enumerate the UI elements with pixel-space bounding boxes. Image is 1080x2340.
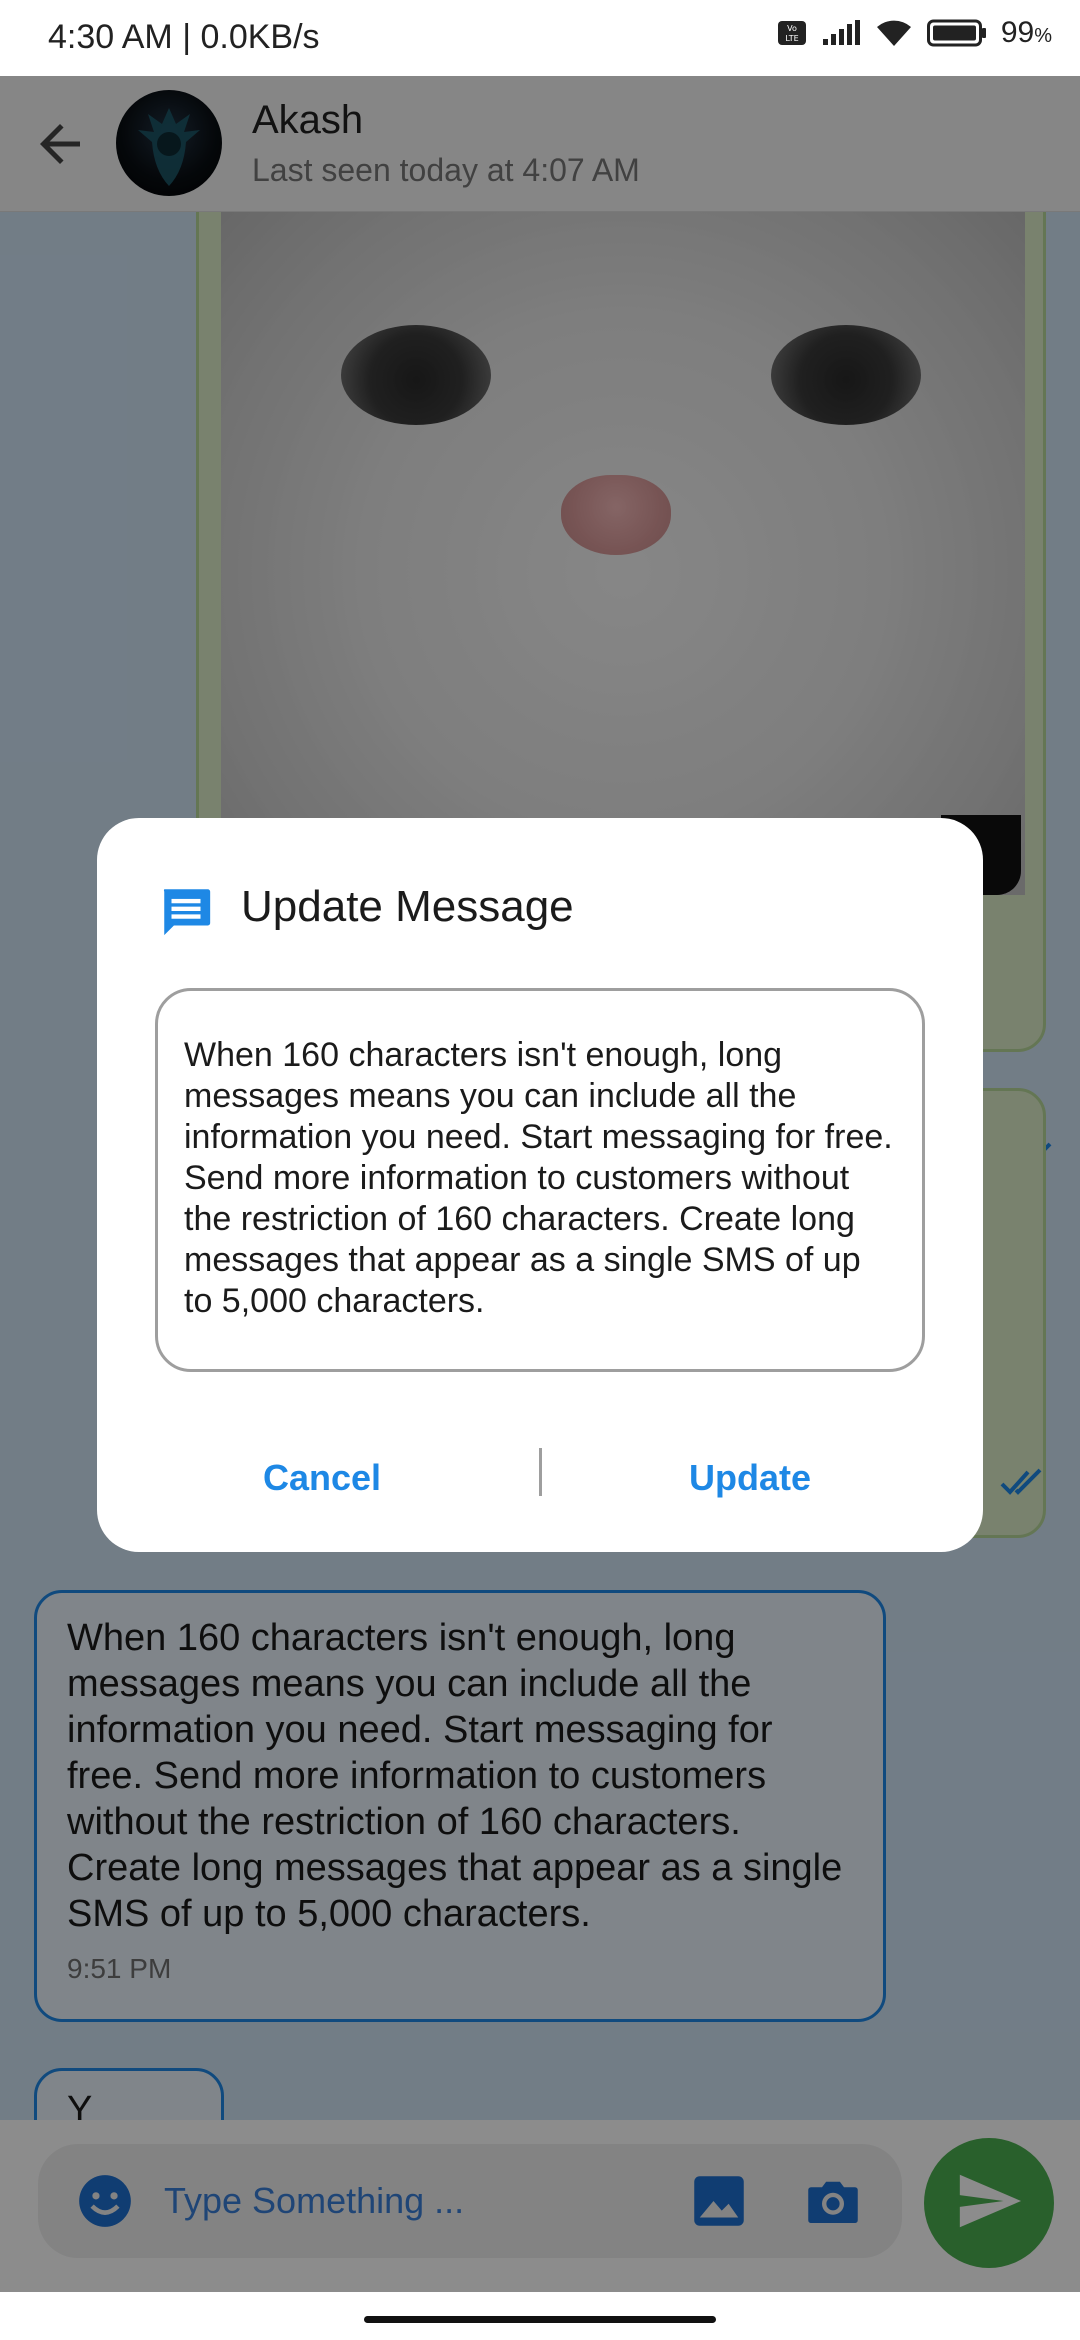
signal-icon bbox=[821, 19, 861, 47]
status-icons: Vo LTE 99% bbox=[777, 16, 1052, 50]
message-edit-field[interactable]: When 160 characters isn't enough, long m… bbox=[155, 988, 925, 1372]
status-bar: 4:30 AM | 0.0KB/s Vo LTE 99% bbox=[0, 0, 1080, 76]
svg-text:Vo: Vo bbox=[787, 24, 797, 33]
battery-icon bbox=[926, 19, 987, 47]
svg-text:LTE: LTE bbox=[785, 34, 798, 43]
status-time-speed: 4:30 AM | 0.0KB/s bbox=[48, 18, 320, 56]
wifi-icon bbox=[875, 18, 913, 48]
message-icon bbox=[157, 882, 215, 940]
update-message-dialog: Update Message When 160 characters isn't… bbox=[97, 818, 983, 1552]
chat-screen: 4:30 AM | 0.0KB/s Vo LTE 99% Akash Last s… bbox=[0, 0, 1080, 2340]
message-edit-text: When 160 characters isn't enough, long m… bbox=[184, 1036, 893, 1320]
update-button[interactable]: Update bbox=[625, 1440, 875, 1516]
battery-percent: 99% bbox=[1000, 16, 1052, 49]
actions-divider bbox=[539, 1448, 542, 1496]
cancel-button[interactable]: Cancel bbox=[197, 1440, 447, 1516]
dialog-actions: Cancel Update bbox=[97, 1440, 983, 1516]
home-indicator[interactable] bbox=[364, 2316, 716, 2323]
volte-icon: Vo LTE bbox=[777, 20, 807, 46]
dialog-title: Update Message bbox=[241, 882, 574, 931]
system-nav-bar bbox=[0, 2292, 1080, 2340]
